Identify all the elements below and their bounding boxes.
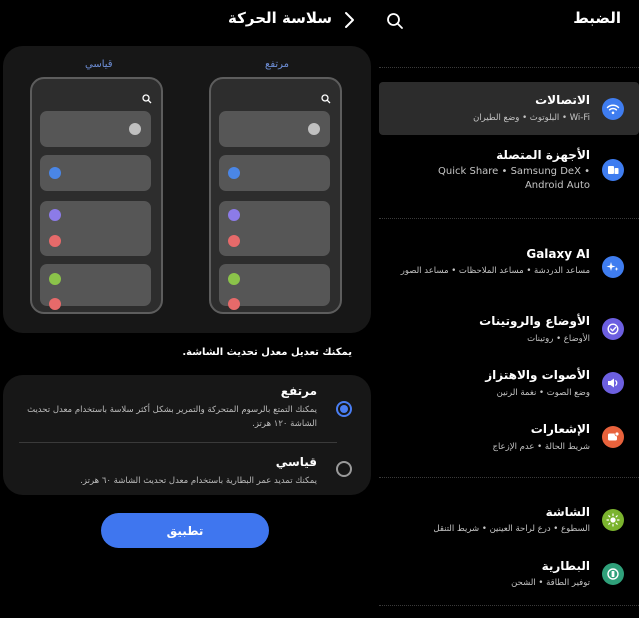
preview-label-high: مرتفع (265, 59, 290, 70)
modes-routines-icon (602, 318, 624, 340)
item-subtitle: شريط الحالة • عدم الإزعاج (492, 442, 590, 452)
back-button[interactable] (338, 8, 360, 32)
motion-smoothness-screen: سلاسة الحركة مرتفع قياسي يمكنك تعديل معد… (0, 0, 372, 618)
preview-card (40, 264, 151, 310)
sound-icon (602, 372, 624, 394)
settings-item-galaxy-ai[interactable]: Galaxy AI مساعد الدردشة • مساعد الملاحظا… (379, 243, 639, 293)
settings-screen: الضبط الاتصالات Wi-Fi • البلوتوث • وضع ا… (379, 0, 639, 618)
preview-dot (49, 167, 61, 179)
preview-label-standard: قياسي (85, 59, 113, 70)
preview-card (219, 111, 330, 147)
settings-item-battery[interactable]: البطارية توفير الطاقة • الشحن (379, 556, 639, 596)
galaxy-ai-icon (602, 256, 624, 278)
battery-icon (602, 563, 624, 585)
refresh-rate-options: مرتفع يمكنك التمتع بالرسوم المتحركة والت… (3, 375, 371, 495)
connected-devices-icon (602, 159, 624, 181)
preview-card (40, 111, 151, 147)
item-subtitle: توفير الطاقة • الشحن (511, 578, 590, 588)
search-icon (387, 13, 403, 29)
option-description: يمكنك تمديد عمر البطارية باستخدام معدل ت… (80, 476, 317, 486)
settings-item-connected-devices[interactable]: الأجهزة المتصلة Quick Share • Samsung De… (379, 140, 639, 200)
divider (379, 605, 639, 606)
preview-dot (129, 123, 141, 135)
settings-item-sounds[interactable]: الأصوات والاهتزاز وضع الصوت • نغمة الرني… (379, 365, 639, 405)
preview-card (219, 201, 330, 256)
item-title: الأوضاع والروتينات (479, 314, 590, 328)
preview-dot (49, 209, 61, 221)
preview-dot (228, 298, 240, 310)
item-subtitle: الأوضاع • روتينات (527, 334, 590, 344)
radio-standard[interactable] (336, 461, 352, 477)
preview-card (40, 155, 151, 191)
preview-card (219, 155, 330, 191)
option-title: مرتفع (280, 384, 317, 398)
page-title: الضبط (573, 9, 621, 27)
item-subtitle: Quick Share • Samsung DeX • Android Auto (438, 166, 590, 191)
notifications-icon (602, 426, 624, 448)
search-icon (321, 94, 331, 104)
search-icon (142, 94, 152, 104)
settings-item-notifications[interactable]: الإشعارات شريط الحالة • عدم الإزعاج (379, 419, 639, 459)
divider (379, 477, 639, 478)
wifi-icon (602, 98, 624, 120)
settings-item-modes-routines[interactable]: الأوضاع والروتينات الأوضاع • روتينات (379, 311, 639, 351)
item-title: الإشعارات (530, 422, 590, 436)
divider (19, 442, 337, 443)
preview-dot (49, 273, 61, 285)
refresh-rate-note: يمكنك تعديل معدل تحديث الشاشة. (182, 347, 352, 358)
item-title: البطارية (541, 559, 590, 573)
header: الضبط (379, 0, 639, 44)
refresh-rate-preview: مرتفع قياسي (3, 46, 371, 333)
item-subtitle: وضع الصوت • نغمة الرنين (496, 388, 590, 398)
page-title: سلاسة الحركة (228, 9, 332, 27)
item-title: Galaxy AI (526, 247, 590, 261)
header: سلاسة الحركة (0, 0, 372, 44)
preview-dot (308, 123, 320, 135)
radio-high[interactable] (336, 401, 352, 417)
preview-dot (228, 273, 240, 285)
option-description: يمكنك التمتع بالرسوم المتحركة والتمرير ب… (27, 405, 317, 429)
settings-item-display[interactable]: الشاشة السطوع • درع لراحة العينين • شريط… (379, 503, 639, 543)
divider (379, 67, 639, 68)
item-title: الشاشة (545, 505, 590, 519)
item-title: الاتصالات (535, 93, 590, 107)
item-title: الأصوات والاهتزاز (485, 368, 590, 382)
divider (379, 218, 639, 219)
preview-dot (49, 235, 61, 247)
item-subtitle: السطوع • درع لراحة العينين • شريط التنقل (433, 524, 590, 534)
preview-card (40, 201, 151, 256)
settings-item-connections[interactable]: الاتصالات Wi-Fi • البلوتوث • وضع الطيران (379, 82, 639, 135)
preview-dot (228, 235, 240, 247)
chevron-left-icon (345, 12, 354, 28)
item-subtitle: مساعد الدردشة • مساعد الملاحظات • مساعد … (400, 266, 590, 276)
item-title: الأجهزة المتصلة (496, 148, 590, 162)
phone-preview-high (209, 77, 342, 314)
phone-preview-standard (30, 77, 163, 314)
display-icon (602, 509, 624, 531)
option-title: قياسي (275, 455, 317, 469)
preview-dot (228, 167, 240, 179)
apply-button[interactable]: تطبيق (101, 513, 269, 548)
preview-dot (228, 209, 240, 221)
preview-card (219, 264, 330, 310)
search-button[interactable] (385, 11, 405, 31)
item-subtitle: Wi-Fi • البلوتوث • وضع الطيران (473, 113, 590, 123)
preview-dot (49, 298, 61, 310)
